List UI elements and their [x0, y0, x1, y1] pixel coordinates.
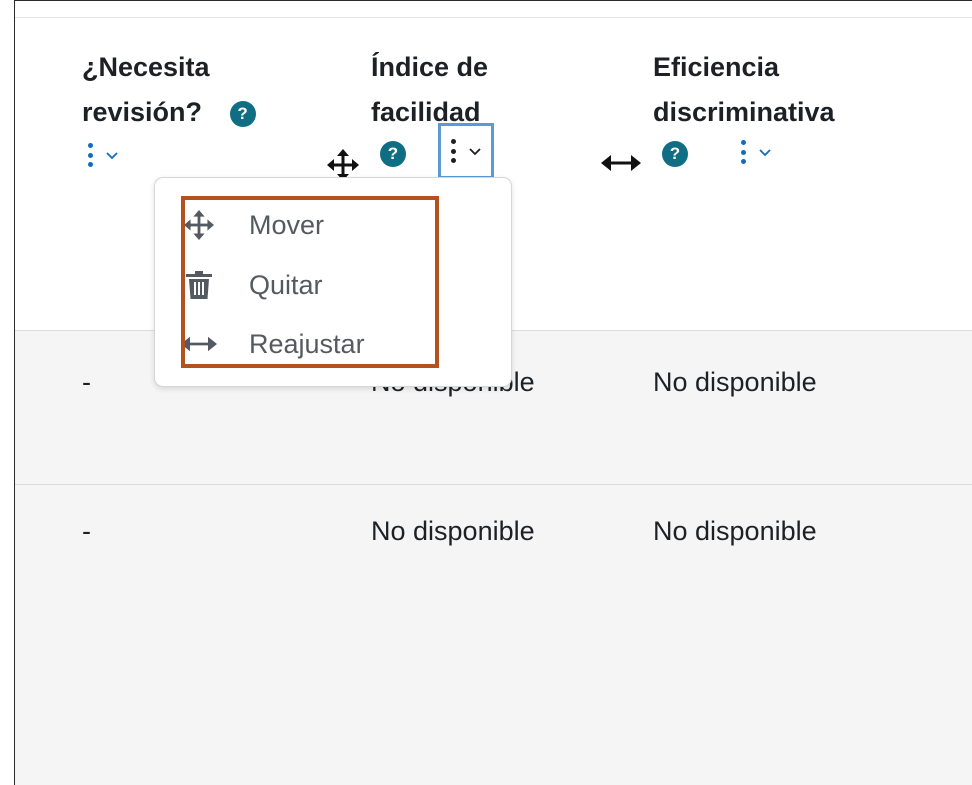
resize-horizontal-icon: [181, 329, 217, 359]
column-title-line: Índice de: [371, 52, 489, 82]
column-header-facility-index: Índice de facilidad: [371, 45, 488, 135]
cell-needs-review: -: [82, 516, 91, 546]
cell-discrimination: No disponible: [653, 367, 817, 397]
column-title-line: revisión? ?: [82, 90, 256, 135]
chevron-down-icon: [106, 152, 118, 160]
resize-cursor-icon: [601, 155, 641, 171]
table-row: - No disponible No disponible: [15, 484, 972, 785]
column-title-text: revisión?: [82, 97, 203, 127]
column-title-line: Eficiencia: [653, 52, 780, 82]
menu-item-resize[interactable]: Reajustar: [181, 324, 365, 364]
column-title: Eficiencia discriminativa: [653, 45, 835, 135]
menu-item-label: Reajustar: [249, 328, 365, 359]
kebab-menu-icon: [88, 143, 94, 167]
column-title-line: discriminativa: [653, 97, 835, 127]
column-menu-button[interactable]: [733, 137, 779, 167]
help-icon[interactable]: ?: [229, 100, 256, 127]
help-icon[interactable]: ?: [662, 141, 688, 167]
column-title: Índice de facilidad: [371, 45, 488, 135]
column-menu-button-active[interactable]: [438, 123, 494, 179]
cell-discrimination: No disponible: [653, 516, 817, 546]
cell-facility-index: No disponible: [371, 516, 535, 546]
menu-item-label: Quitar: [249, 269, 323, 300]
menu-item-move[interactable]: Mover: [181, 205, 324, 245]
cell-needs-review: -: [82, 367, 91, 397]
menu-item-label: Mover: [249, 209, 325, 240]
kebab-menu-icon: [451, 139, 457, 163]
column-header-discrimination: Eficiencia discriminativa: [653, 45, 835, 135]
column-title: ¿Necesita revisión? ?: [82, 45, 256, 135]
column-menu-button[interactable]: [80, 140, 126, 170]
kebab-menu-icon: [741, 140, 747, 164]
table-frame: ¿Necesita revisión? ? Índice de facilida…: [14, 0, 972, 785]
trash-icon: [181, 270, 217, 300]
menu-item-remove[interactable]: Quitar: [181, 265, 323, 305]
help-icon[interactable]: ?: [380, 141, 406, 167]
column-header-needs-review: ¿Necesita revisión? ?: [82, 45, 256, 170]
chevron-down-icon: [759, 149, 771, 157]
move-icon: [181, 210, 217, 240]
column-actions-dropdown: Mover Quitar Reajustar: [154, 177, 512, 387]
divider: [15, 17, 972, 18]
chevron-down-icon: [469, 148, 481, 156]
column-title-line: ¿Necesita: [82, 52, 210, 82]
